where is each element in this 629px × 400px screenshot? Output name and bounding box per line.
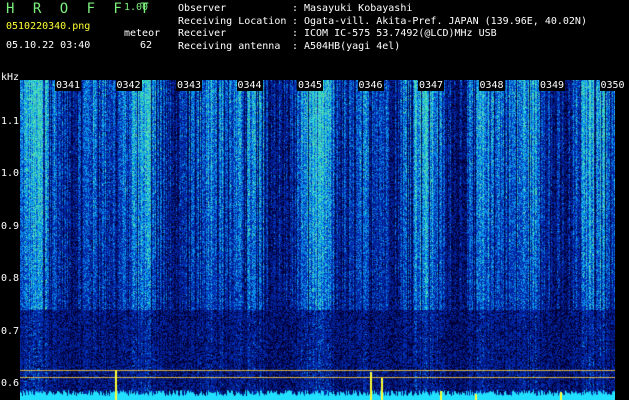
time-tick-label: 0343 (176, 80, 203, 91)
info-row-observer: Observer : Masayuki Kobayashi (178, 3, 587, 16)
frequency-tick-label: 0.8 (1, 273, 20, 285)
time-tick-label: 0345 (297, 80, 324, 91)
info-value: A504HB(yagi 4el) (304, 40, 401, 52)
info-separator: : (292, 15, 299, 27)
frequency-tick-label: 0.6 (1, 378, 20, 390)
info-row-location: Receiving Location : Ogata-vill. Akita-P… (178, 16, 587, 29)
info-key: Receiver (178, 28, 227, 39)
frequency-tick-label: 0.7 (1, 325, 20, 337)
info-row-receiver: Receiver : ICOM IC-575 53.7492(@LCD)MHz … (178, 28, 587, 41)
time-tick-label: 0350 (599, 80, 626, 91)
time-tick-label: 0346 (357, 80, 384, 91)
time-tick-label: 0347 (418, 80, 445, 91)
frequency-tick-label: 1.0 (1, 168, 20, 180)
info-value: Masayuki Kobayashi (304, 3, 413, 14)
info-key: Receiving antenna (178, 40, 281, 52)
info-value: ICOM IC-575 53.7492(@LCD)MHz USB (304, 28, 497, 39)
frequency-tick-label: 0.9 (1, 220, 20, 232)
info-key: Receiving Location (178, 15, 287, 27)
meteor-count-label: meteor (124, 28, 161, 39)
spectrogram-plot (20, 80, 615, 400)
time-tick-label: 0348 (478, 80, 505, 91)
info-key: Observer (178, 3, 227, 14)
meteor-count-value: 62 (140, 40, 153, 51)
info-separator: : (292, 3, 299, 14)
station-info-panel: Observer : Masayuki Kobayashi Receiving … (178, 3, 587, 53)
info-separator: : (292, 40, 299, 52)
file-name: 0510220340.png (6, 21, 91, 32)
info-value: Ogata-vill. Akita-Pref. JAPAN (139.96E, … (304, 15, 587, 27)
frequency-tick-label: 1.1 (1, 115, 20, 127)
time-tick-label: 0341 (55, 80, 82, 91)
info-row-antenna: Receiving antenna : A504HB(yagi 4el) (178, 41, 587, 54)
right-margin (615, 80, 629, 400)
time-tick-label: 0349 (539, 80, 566, 91)
time-tick-label: 0344 (236, 80, 263, 91)
app-version: 1.00 (124, 2, 149, 13)
info-separator: : (292, 28, 299, 39)
time-tick-label: 0342 (115, 80, 142, 91)
capture-datetime: 05.10.22 03:40 (6, 40, 91, 51)
frequency-axis-unit: kHz (1, 72, 20, 83)
